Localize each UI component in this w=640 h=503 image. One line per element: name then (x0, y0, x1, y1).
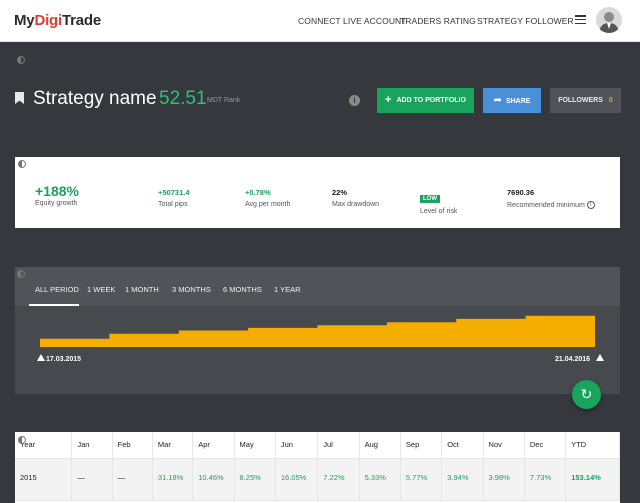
table-cell-nov: 3.98% (483, 458, 525, 501)
range-start-handle[interactable] (37, 354, 45, 361)
monthly-returns-table: Year Jan Feb Mar Apr May Jun Jul Aug Sep Oct Nov Dec… (15, 432, 620, 503)
table-header-may: May (234, 432, 276, 459)
period-tab-1-year[interactable]: 1 YEAR (274, 285, 301, 294)
period-tab-1-week[interactable]: 1 WEEK (87, 285, 115, 294)
brand-logo[interactable]: MyDigiTrade (14, 12, 101, 29)
theme-toggle-icon (17, 270, 25, 278)
theme-toggle-icon (18, 160, 26, 168)
share-label: SHARE (505, 98, 531, 105)
table-cell-jul: 7.22% (317, 458, 360, 501)
table-header-jan: Jan (71, 432, 113, 459)
table-header-oct: Oct (441, 432, 484, 459)
period-tab-1-month[interactable]: 1 MONTH (125, 285, 159, 294)
table-cell-jan: — (71, 458, 113, 501)
followers-label: FOLLOWERS (558, 97, 603, 104)
top-nav-bar: MyDigiTrade CONNECT LIVE ACCOUNT TRADERS… (0, 0, 640, 42)
table-cell-oct: 3.94% (441, 458, 484, 501)
table-cell-jun: 16.05% (275, 458, 319, 501)
total-pips-label: Total pips (158, 201, 188, 208)
max-drawdown-label: Max drawdown (332, 201, 380, 208)
stat-level-of-risk: LOW Level of risk (420, 187, 457, 215)
table-header-jul: Jul (317, 432, 360, 459)
stat-recommended-minimum: 7690.36 Recommended minimum i (507, 188, 595, 209)
table-cell-may: 8.25% (234, 458, 276, 501)
share-arrow-icon: ➦ (493, 95, 502, 106)
table-cell-aug: 5.33% (359, 458, 401, 501)
range-end-date: 21.04.2016 (555, 356, 591, 363)
table-cell-mar: 31.18% (152, 458, 194, 501)
equity-area (40, 315, 595, 347)
stat-total-pips: +50731.4 Total pips (158, 188, 190, 208)
table-header-ytd: YTD (565, 432, 620, 459)
range-start-date: 17.03.2015 (46, 356, 82, 363)
table-header-row: Year Jan Feb Mar Apr May Jun Jul Aug Sep Oct Nov Dec… (15, 432, 620, 459)
period-tab-all[interactable]: ALL PERIOD (35, 285, 79, 294)
recommended-minimum-label: Recommended minimum (507, 201, 585, 209)
brand-prefix: My (14, 12, 35, 29)
followers-button[interactable]: FOLLOWERS 0 (550, 88, 621, 113)
chart-area: 17.03.2015 21.04.2016 (15, 306, 620, 394)
stat-equity-growth: +188% Equity growth (35, 183, 79, 207)
add-to-portfolio-button[interactable]: + ADD TO PORTFOLIO (377, 88, 474, 113)
equity-area-chart (40, 315, 595, 347)
nav-connect-live-account[interactable]: CONNECT LIVE ACCOUNT (298, 16, 407, 26)
period-tab-3-months[interactable]: 3 MONTHS (172, 285, 211, 294)
brand-suffix: Trade (61, 12, 101, 29)
stat-avg-per-month: +0.78% Avg per month (245, 188, 290, 208)
risk-level-badge: LOW (420, 195, 440, 203)
equity-growth-label: Equity growth (35, 200, 78, 207)
table-header-apr: Apr (192, 432, 235, 459)
refresh-icon: ↻ (580, 386, 593, 402)
table-header-mar: Mar (152, 432, 194, 459)
table-header-jun: Jun (275, 432, 319, 459)
table-header-aug: Aug (359, 432, 401, 459)
table-row: 2015— —31.18% 10.46% 8.25% 16.05% 7.22% 5.33% 5… (15, 458, 620, 501)
table-header-feb: Feb (112, 432, 153, 459)
total-pips-value: +50731.4 (158, 188, 190, 197)
avg-per-month-label: Avg per month (245, 201, 291, 208)
bookmark-icon[interactable] (15, 92, 24, 104)
stat-max-drawdown: 22% Max drawdown (332, 188, 379, 208)
user-avatar-icon (599, 12, 619, 33)
table-header-dec: Dec (524, 432, 567, 459)
menu-icon[interactable] (575, 15, 586, 25)
strategy-rank-label: MDT Rank (207, 97, 241, 104)
table-cell-sep: 5.77% (400, 458, 443, 501)
equity-growth-value: +188% (35, 183, 79, 199)
info-icon[interactable]: i (349, 95, 360, 106)
followers-count: 0 (608, 97, 613, 104)
table-header-sep: Sep (400, 432, 443, 459)
avg-per-month-value: +0.78% (245, 188, 271, 197)
nav-strategy-follower[interactable]: STRATEGY FOLLOWER (477, 16, 574, 26)
strategy-stats-card: +188% Equity growth +50731.4 Total pips … (15, 157, 620, 228)
table-cell-year: 2015 (15, 458, 73, 501)
table-header-nov: Nov (483, 432, 525, 459)
level-of-risk-label: Level of risk (420, 208, 458, 215)
table-cell-feb: — (112, 458, 153, 501)
strategy-name: Strategy name (33, 88, 157, 109)
add-to-portfolio-label: ADD TO PORTFOLIO (396, 97, 466, 104)
theme-toggle-icon (18, 436, 26, 444)
table-cell-apr: 10.46% (192, 458, 235, 501)
recommended-minimum-value: 7690.36 (507, 188, 535, 197)
avatar[interactable] (596, 7, 622, 33)
theme-toggle-icon (17, 56, 25, 64)
max-drawdown-value: 22% (332, 188, 348, 197)
recommended-minimum-row: Recommended minimum i (507, 201, 595, 209)
plus-icon: + (385, 94, 392, 106)
equity-chart-panel: ALL PERIOD 1 WEEK 1 MONTH 3 MONTHS 6 MON… (15, 267, 620, 394)
period-tab-6-months[interactable]: 6 MONTHS (223, 285, 262, 294)
table-cell-ytd: 153.14% (565, 458, 620, 501)
strategy-score: 52.51 (159, 88, 207, 109)
table-cell-dec: 7.73% (524, 458, 567, 501)
range-end-handle[interactable] (596, 354, 604, 361)
nav-traders-rating[interactable]: TRADERS RATING (400, 16, 476, 26)
brand-highlight: Digi (34, 12, 62, 29)
share-button[interactable]: ➦ SHARE (483, 88, 541, 113)
refresh-button[interactable]: ↻ (572, 380, 601, 409)
info-icon[interactable]: i (586, 201, 595, 209)
